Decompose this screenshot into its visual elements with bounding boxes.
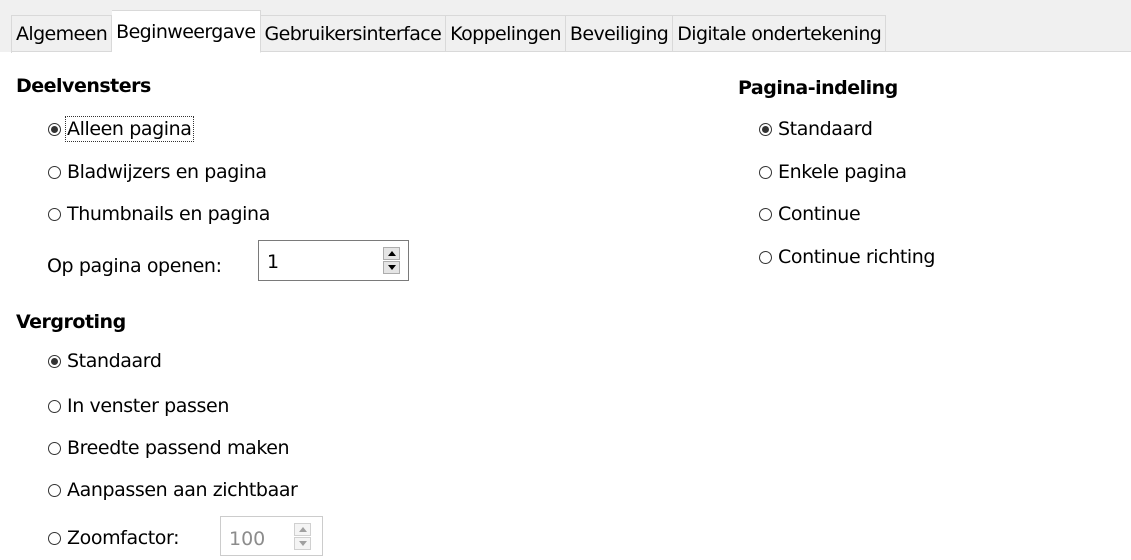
radio-label: Enkele pagina — [778, 161, 907, 183]
triangle-down-icon — [387, 265, 396, 270]
radio-unselected-icon — [48, 207, 61, 221]
zoom-spin-down-button[interactable] — [294, 537, 311, 550]
radio-bladwijzers-en-pagina[interactable]: Bladwijzers en pagina — [48, 161, 267, 183]
tab-beveiliging[interactable]: Beveiliging — [565, 15, 674, 52]
radio-label: Continue richting — [778, 246, 936, 268]
radio-label: Thumbnails en pagina — [67, 203, 270, 225]
tab-digitale-ondertekening[interactable]: Digitale ondertekening — [673, 15, 887, 52]
radio-unselected-icon — [48, 441, 61, 455]
zoom-input[interactable] — [229, 528, 289, 550]
radio-unselected-icon — [759, 207, 772, 221]
open-page-label: Op pagina openen: — [47, 255, 222, 277]
magnification-heading: Vergroting — [16, 311, 126, 333]
radio-selected-icon — [48, 354, 61, 368]
radio-unselected-icon — [48, 483, 61, 497]
tab-gebruikersinterface[interactable]: Gebruikersinterface — [260, 15, 447, 52]
radio-unselected-icon — [759, 250, 772, 264]
radio-breedte-passend-maken[interactable]: Breedte passend maken — [48, 437, 290, 459]
radio-zoomfactor[interactable]: Zoomfactor: — [48, 527, 180, 549]
radio-unselected-icon — [48, 165, 61, 179]
zoom-spin-up-button[interactable] — [294, 523, 311, 536]
open-page-input[interactable] — [267, 251, 367, 273]
radio-enkele-pagina[interactable]: Enkele pagina — [759, 161, 907, 183]
tab-strip: Algemeen Beginweergave Gebruikersinterfa… — [0, 0, 1131, 53]
zoom-spinbox — [220, 516, 323, 556]
radio-label: Bladwijzers en pagina — [67, 161, 267, 183]
tab-algemeen[interactable]: Algemeen — [12, 15, 113, 52]
triangle-up-icon — [298, 527, 307, 532]
radio-label: In venster passen — [67, 395, 229, 417]
open-page-spinbox — [258, 240, 409, 281]
radio-thumbnails-en-pagina[interactable]: Thumbnails en pagina — [48, 203, 270, 225]
spin-up-button[interactable] — [383, 247, 400, 260]
radio-layout-standaard[interactable]: Standaard — [759, 118, 873, 140]
radio-label: Alleen pagina — [65, 116, 194, 142]
radio-unselected-icon — [48, 399, 61, 413]
radio-vergroting-standaard[interactable]: Standaard — [48, 350, 162, 372]
radio-continue-richting[interactable]: Continue richting — [759, 246, 935, 268]
triangle-up-icon — [387, 251, 396, 256]
radio-alleen-pagina[interactable]: Alleen pagina — [48, 116, 194, 142]
radio-unselected-icon — [48, 531, 61, 545]
radio-selected-icon — [759, 122, 772, 136]
radio-selected-icon — [48, 122, 61, 136]
spin-down-button[interactable] — [383, 261, 400, 274]
tab-beginweergave[interactable]: Beginweergave — [112, 10, 261, 53]
radio-label: Zoomfactor: — [67, 527, 180, 549]
radio-unselected-icon — [759, 165, 772, 179]
radio-label: Continue — [778, 203, 861, 225]
radio-in-venster-passen[interactable]: In venster passen — [48, 395, 229, 417]
tab-koppelingen[interactable]: Koppelingen — [446, 15, 566, 52]
radio-label: Aanpassen aan zichtbaar — [67, 479, 298, 501]
tab-list: Algemeen Beginweergave Gebruikersinterfa… — [11, 10, 887, 53]
radio-label: Breedte passend maken — [67, 437, 290, 459]
radio-aanpassen-aan-zichtbaar[interactable]: Aanpassen aan zichtbaar — [48, 479, 298, 501]
page-layout-heading: Pagina-indeling — [738, 77, 898, 99]
radio-label: Standaard — [778, 118, 873, 140]
radio-label: Standaard — [67, 350, 162, 372]
panes-heading: Deelvensters — [16, 75, 151, 97]
triangle-down-icon — [298, 541, 307, 546]
radio-continue[interactable]: Continue — [759, 203, 861, 225]
